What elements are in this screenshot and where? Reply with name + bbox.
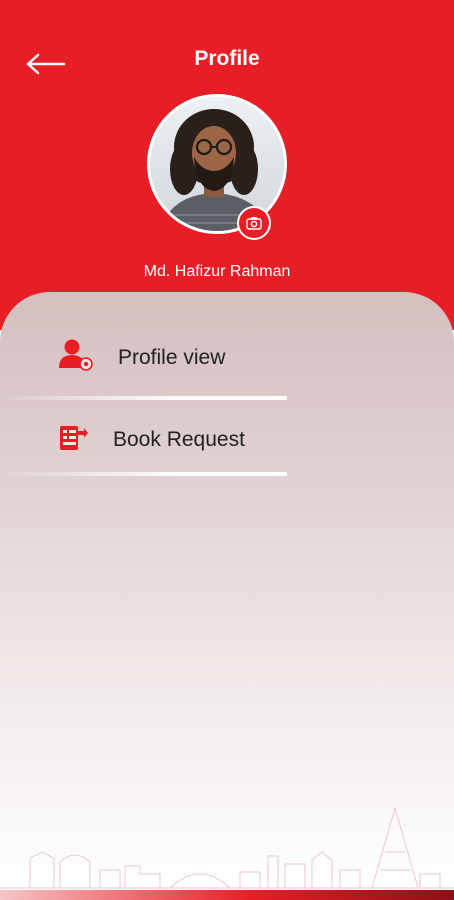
menu-item-label: Profile view [118, 346, 226, 369]
profile-header: Profile Md. Hafizur Rahman [0, 0, 454, 330]
divider [0, 396, 287, 400]
user-view-icon [59, 339, 93, 371]
user-name: Md. Hafizur Rahman [143, 263, 291, 280]
divider [0, 472, 287, 476]
change-photo-button[interactable] [237, 206, 271, 240]
city-skyline-illustration [0, 806, 454, 889]
menu-item-profile-view[interactable]: Profile view [0, 322, 300, 392]
book-request-icon [60, 426, 88, 450]
menu-item-book-request[interactable]: Book Request [0, 404, 300, 474]
camera-icon [246, 217, 262, 230]
bottom-accent-bar [0, 890, 454, 900]
avatar-container [147, 94, 287, 240]
page-title: Profile [194, 47, 260, 70]
menu-item-label: Book Request [113, 428, 245, 451]
